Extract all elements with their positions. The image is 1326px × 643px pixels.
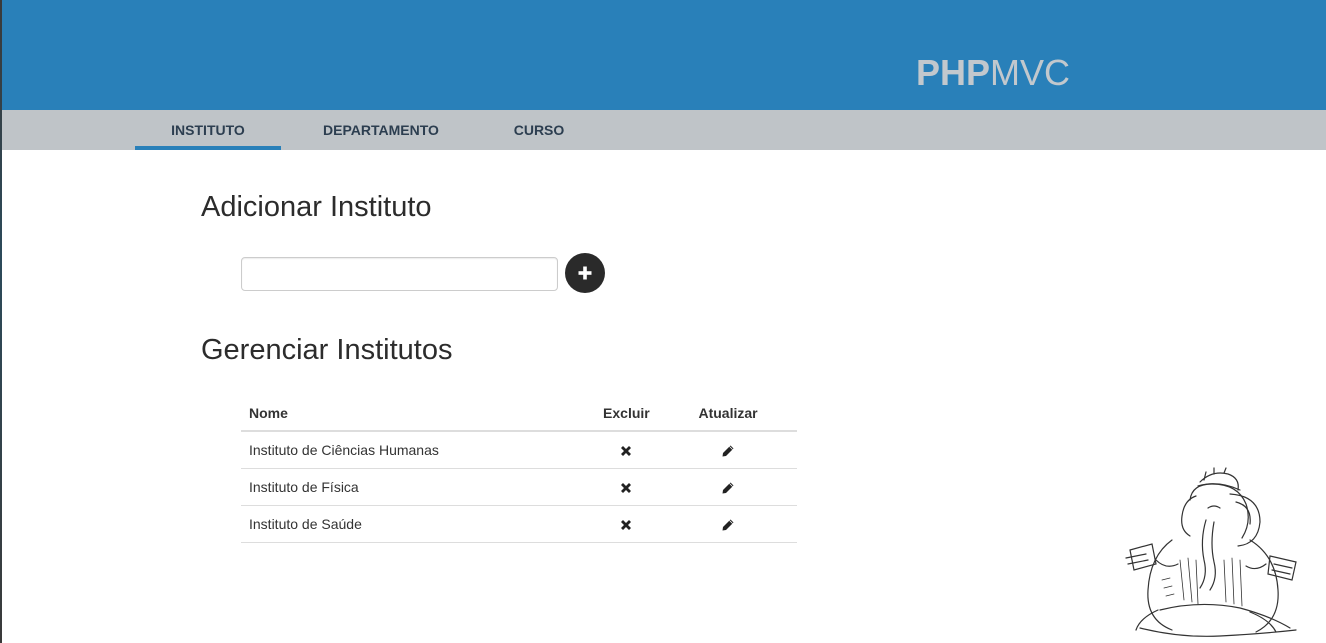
table-row: Instituto de Ciências Humanas [241, 431, 797, 469]
table-row: Instituto de Física [241, 468, 797, 506]
update-cell [679, 505, 797, 543]
add-section-title: Adicionar Instituto [201, 191, 432, 223]
tab-departamento[interactable]: DEPARTAMENTO [308, 110, 454, 150]
instituto-name-input[interactable] [241, 257, 558, 291]
row-name: Instituto de Saúde [241, 505, 574, 543]
update-cell [679, 431, 797, 469]
update-cell [679, 468, 797, 506]
delete-cell [573, 468, 680, 506]
close-icon[interactable] [619, 518, 633, 532]
add-instituto-button[interactable] [565, 253, 605, 293]
tab-curso[interactable]: CURSO [484, 110, 594, 150]
table-header-row: Nome Excluir Atualizar [241, 396, 797, 432]
tab-instituto[interactable]: INSTITUTO [135, 110, 281, 150]
table-row: Instituto de Saúde [241, 505, 797, 543]
row-name: Instituto de Física [241, 468, 574, 506]
close-icon[interactable] [619, 444, 633, 458]
pencil-icon[interactable] [721, 481, 735, 495]
plus-icon [578, 266, 592, 280]
row-name: Instituto de Ciências Humanas [241, 431, 574, 469]
column-header-atualizar: Atualizar [679, 396, 797, 432]
main-navbar: INSTITUTO DEPARTAMENTO CURSO [2, 110, 1326, 150]
pencil-icon[interactable] [721, 518, 735, 532]
brand-light-text: MVC [990, 52, 1071, 93]
delete-cell [573, 431, 680, 469]
close-icon[interactable] [619, 481, 633, 495]
pencil-icon[interactable] [721, 444, 735, 458]
brand-logo[interactable]: PHPMVC [916, 53, 1070, 93]
column-header-nome: Nome [241, 396, 574, 432]
delete-cell [573, 505, 680, 543]
brand-bold-text: PHP [916, 52, 991, 93]
column-header-excluir: Excluir [573, 396, 680, 432]
manage-section-title: Gerenciar Institutos [201, 334, 453, 366]
institutos-table: Nome Excluir Atualizar Instituto de Ciên… [241, 396, 797, 543]
elephant-mascot-icon [1125, 467, 1297, 637]
page-header: PHPMVC [2, 0, 1326, 110]
